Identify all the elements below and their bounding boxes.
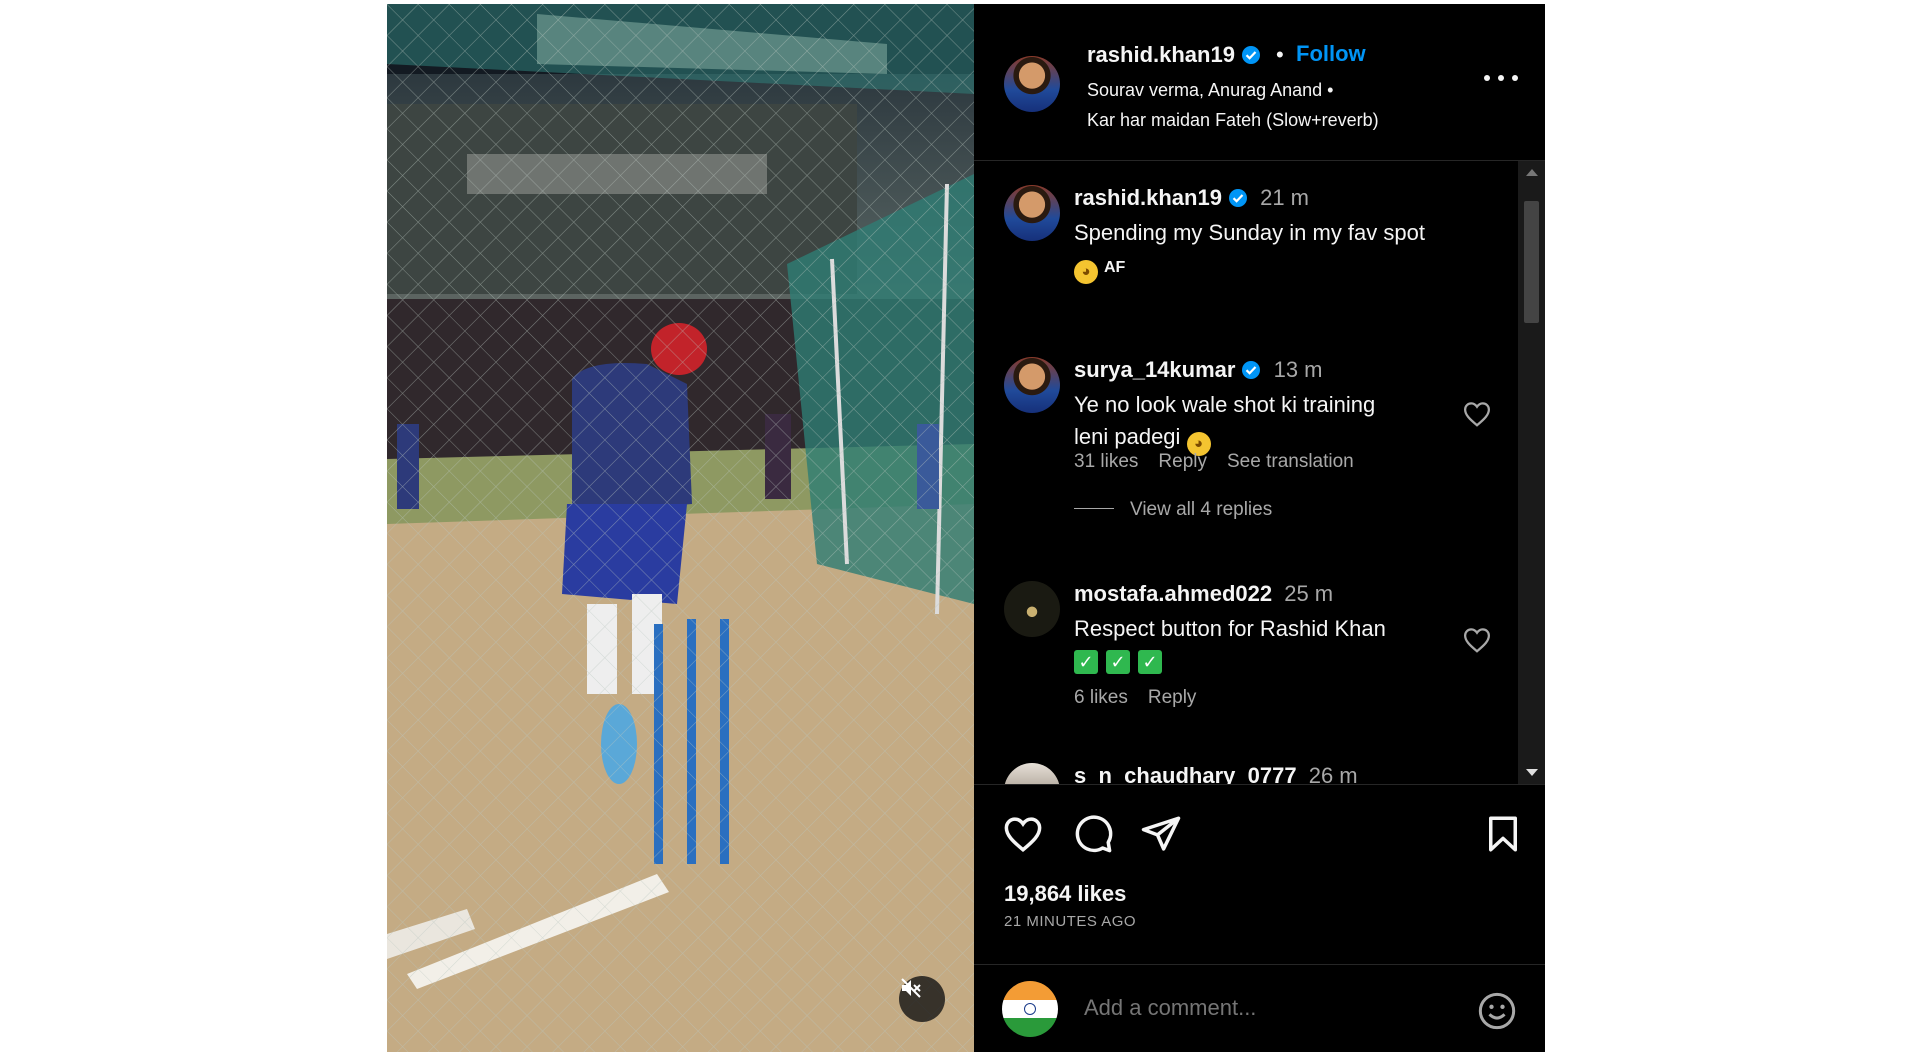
- speaker-muted-icon: [901, 978, 921, 998]
- author-avatar[interactable]: [1004, 56, 1060, 112]
- comment-text: Ye no look wale shot ki training leni pa…: [1074, 389, 1414, 456]
- post-header: rashid.khan19 • Follow Sourav verma, Anu…: [974, 4, 1545, 161]
- check-mark-emoji-icon: ✓: [1106, 650, 1130, 674]
- verified-badge-icon: [1241, 46, 1260, 64]
- comments-list[interactable]: rashid.khan19 21 m Spending my Sunday in…: [974, 161, 1518, 784]
- instagram-post: rashid.khan19 • Follow Sourav verma, Anu…: [387, 4, 1545, 1052]
- replies-divider: [1074, 508, 1114, 509]
- scroll-up-arrow-icon[interactable]: [1526, 169, 1538, 176]
- author-username[interactable]: rashid.khan19: [1087, 42, 1261, 68]
- comment-meta: 31 likes Reply See translation: [1074, 451, 1374, 473]
- comment-likes[interactable]: 6 likes: [1074, 687, 1128, 708]
- smiley-icon[interactable]: [1477, 991, 1517, 1031]
- author-username-text[interactable]: rashid.khan19: [1087, 42, 1235, 67]
- verified-badge-icon: [1242, 361, 1261, 379]
- comment-avatar[interactable]: [1004, 581, 1060, 637]
- comment-time: 25 m: [1284, 581, 1334, 606]
- caption-time: 21 m: [1260, 185, 1309, 210]
- mute-button[interactable]: [899, 976, 945, 1022]
- comment-likes[interactable]: 31 likes: [1074, 451, 1138, 472]
- add-comment-bar: [974, 964, 1545, 1053]
- comment-item: s_n_chaudhary_0777 26 m: [974, 763, 1518, 784]
- comment-item: surya_14kumar 13 m Ye no look wale shot …: [974, 357, 1518, 537]
- check-mark-emoji-icon: ✓: [1138, 650, 1162, 674]
- cricket-nets-scene: [387, 4, 974, 1052]
- scroll-down-arrow-icon[interactable]: [1526, 769, 1538, 776]
- post-side-panel: rashid.khan19 • Follow Sourav verma, Anu…: [974, 4, 1545, 1052]
- likes-count[interactable]: 19,864 likes: [1004, 881, 1126, 907]
- like-comment-heart-icon[interactable]: [1462, 625, 1492, 655]
- scroll-thumb[interactable]: [1524, 201, 1539, 323]
- caption-avatar[interactable]: [1004, 185, 1060, 241]
- audio-track[interactable]: Kar har maidan Fateh (Slow+reverb): [1087, 110, 1379, 131]
- flag-emoji-text: AF: [1104, 259, 1126, 276]
- comment-meta: 6 likes Reply: [1074, 687, 1216, 709]
- comment-avatar[interactable]: [1004, 357, 1060, 413]
- comment-username[interactable]: surya_14kumar 13 m: [1074, 357, 1323, 383]
- bookmark-icon[interactable]: [1482, 813, 1524, 855]
- comment-text: Respect button for Rashid Khan ✓ ✓ ✓: [1074, 616, 1386, 674]
- separator-dot: •: [1276, 42, 1284, 67]
- comment-input[interactable]: [1084, 995, 1444, 1021]
- caption-username[interactable]: rashid.khan19 21 m: [1074, 185, 1309, 211]
- follow-button[interactable]: Follow: [1296, 41, 1366, 67]
- viewer-avatar: [1002, 981, 1058, 1037]
- comment-username[interactable]: s_n_chaudhary_0777 26 m: [1074, 763, 1358, 784]
- caption-text: Spending my Sunday in my fav spot ◕ AF: [1074, 217, 1474, 284]
- post-time: 21 MINUTES AGO: [1004, 913, 1137, 930]
- paper-plane-icon[interactable]: [1140, 813, 1182, 855]
- reply-button[interactable]: Reply: [1148, 687, 1197, 708]
- more-dots-icon: [1484, 75, 1490, 81]
- check-mark-emoji-icon: ✓: [1074, 650, 1098, 674]
- like-comment-heart-icon[interactable]: [1462, 399, 1492, 429]
- audio-artists[interactable]: Sourav verma, Anurag Anand •: [1087, 80, 1333, 101]
- comment-item: mostafa.ahmed022 25 m Respect button for…: [974, 581, 1518, 711]
- view-replies-button[interactable]: View all 4 replies: [1074, 499, 1272, 521]
- heart-icon[interactable]: [1002, 813, 1044, 855]
- reply-button[interactable]: Reply: [1158, 451, 1207, 472]
- comment-avatar[interactable]: [1004, 763, 1060, 784]
- post-video[interactable]: [387, 4, 974, 1052]
- see-translation-button[interactable]: See translation: [1227, 451, 1354, 472]
- comment-bubble-icon[interactable]: [1072, 813, 1114, 855]
- comment-username[interactable]: mostafa.ahmed022 25 m: [1074, 581, 1333, 607]
- caption-item: rashid.khan19 21 m Spending my Sunday in…: [974, 185, 1518, 284]
- grinning-emoji-icon: ◕: [1074, 260, 1098, 284]
- comment-time: 13 m: [1273, 357, 1323, 382]
- comments-scrollbar[interactable]: [1518, 161, 1545, 784]
- comment-time: 26 m: [1308, 763, 1358, 784]
- verified-badge-icon: [1228, 189, 1247, 207]
- more-options-button[interactable]: [1484, 70, 1518, 86]
